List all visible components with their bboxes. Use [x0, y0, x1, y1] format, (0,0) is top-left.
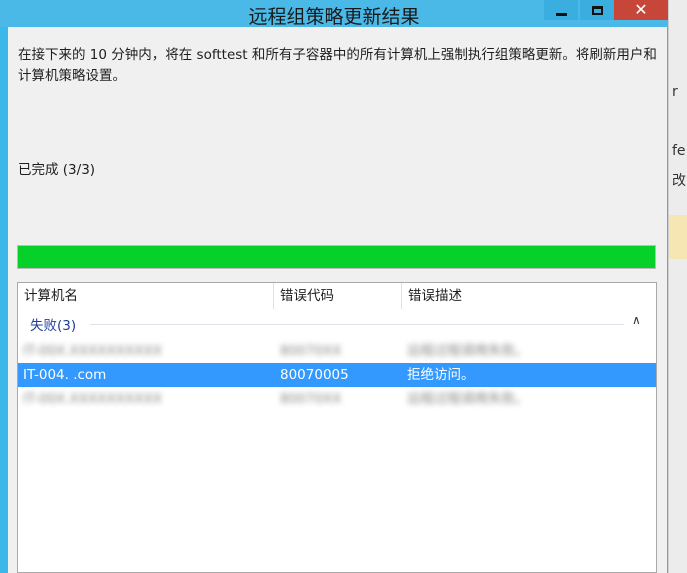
background-window-edge: r fe 改: [668, 0, 687, 573]
close-icon: ✕: [634, 0, 648, 19]
computer-name-cell: IT-004. .com: [23, 367, 107, 383]
completion-status: 已完成 (3/3): [18, 162, 96, 178]
group-header-failed[interactable]: 失败(3) ∧: [18, 313, 656, 335]
column-header-error-description[interactable]: 错误描述: [402, 283, 654, 309]
background-fragment: 改: [672, 173, 686, 189]
progress-fill: [18, 246, 655, 268]
error-description-cell: 远程过程调用失败。: [407, 343, 529, 359]
error-code-cell: 80070005: [280, 367, 349, 383]
minimize-icon: [555, 12, 567, 16]
maximize-button[interactable]: [580, 0, 614, 20]
column-header-error-code[interactable]: 错误代码: [274, 283, 402, 309]
table-row-selected[interactable]: IT-004. .com 80070005 拒绝访问。: [18, 363, 656, 387]
background-fragment: fe: [672, 143, 686, 159]
group-divider: [90, 324, 624, 325]
error-description-cell: 远程过程调用失败。: [407, 391, 529, 407]
error-code-cell: 80070XX: [280, 343, 342, 359]
collapse-chevron-icon[interactable]: ∧: [632, 313, 641, 327]
background-highlight: [669, 215, 687, 259]
progress-bar: [17, 245, 656, 269]
close-button[interactable]: ✕: [614, 0, 668, 20]
description-text: 在接下来的 10 分钟内，将在 softtest 和所有子容器中的所有计算机上强…: [18, 47, 657, 84]
error-code-cell: 80070XX: [280, 391, 342, 407]
table-row[interactable]: IT-00X.XXXXXXXXXX 80070XX 远程过程调用失败。: [18, 339, 656, 363]
minimize-button[interactable]: [544, 0, 578, 20]
computer-name-cell: IT-00X.XXXXXXXXXX: [23, 391, 163, 407]
column-header-computer[interactable]: 计算机名: [18, 283, 274, 309]
computer-name-cell: IT-00X.XXXXXXXXXX: [23, 343, 163, 359]
error-description-cell: 拒绝访问。: [407, 367, 475, 383]
results-list[interactable]: 计算机名 错误代码 错误描述 失败(3) ∧ IT-00X.XXXXXXXXXX…: [17, 282, 657, 573]
title-bar[interactable]: 远程组策略更新结果 ✕: [0, 0, 668, 28]
maximize-icon: [591, 5, 603, 15]
dialog-body: 在接下来的 10 分钟内，将在 softtest 和所有子容器中的所有计算机上强…: [8, 27, 667, 573]
dialog-window: 远程组策略更新结果 ✕ 在接下来的 10 分钟内，将在 softtest 和所有…: [0, 0, 668, 573]
background-fragment: r: [672, 84, 678, 100]
group-label: 失败(3): [30, 318, 77, 334]
table-row[interactable]: IT-00X.XXXXXXXXXX 80070XX 远程过程调用失败。: [18, 387, 656, 411]
list-header: 计算机名 错误代码 错误描述: [18, 283, 656, 309]
